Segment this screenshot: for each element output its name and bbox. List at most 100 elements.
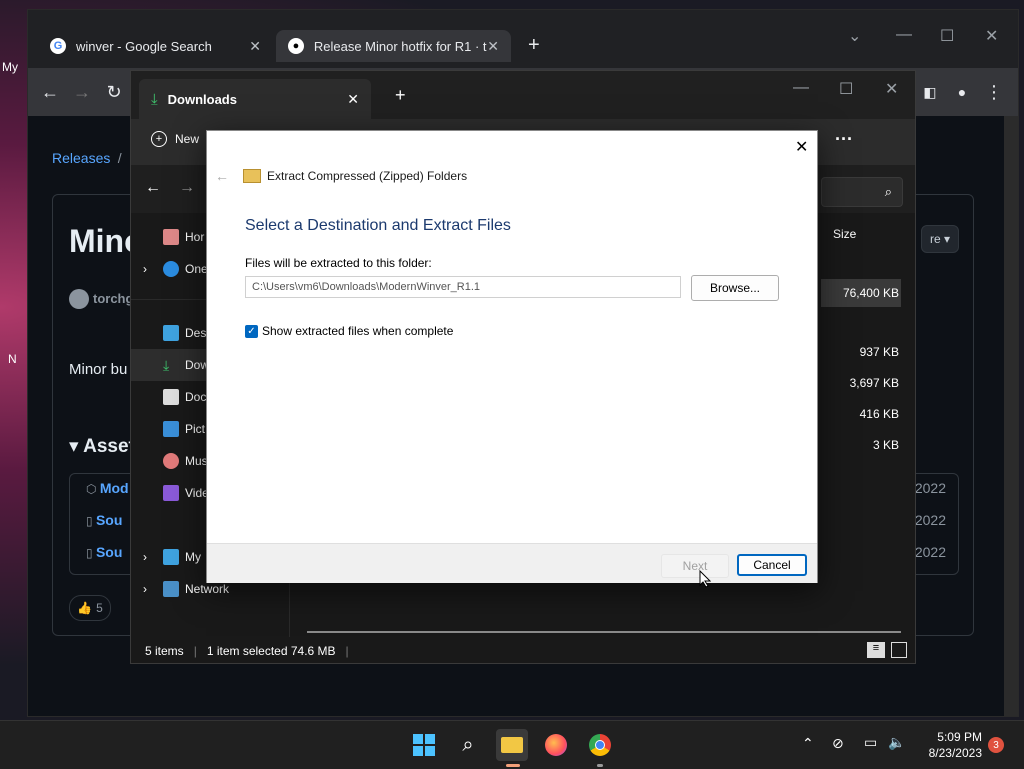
tab-search-icon[interactable]: ⌄ — [848, 26, 861, 46]
breadcrumb-releases[interactable]: Releases — [52, 150, 110, 166]
github-icon: ● — [288, 38, 304, 54]
desktop-label-n: N — [8, 352, 17, 366]
clock-time: 5:09 PM — [937, 730, 982, 744]
firefox-icon[interactable] — [540, 729, 572, 761]
onedrive-icon — [163, 261, 179, 277]
destination-path-input[interactable]: C:\Users\vm6\Downloads\ModernWinver_R1.1 — [245, 276, 681, 298]
minimize-icon[interactable]: — — [793, 79, 809, 97]
tiles-view-icon[interactable] — [891, 642, 907, 658]
checkbox-label: Show extracted files when complete — [262, 324, 454, 338]
next-button[interactable]: Next — [661, 554, 729, 578]
profile-icon[interactable]: ● — [948, 78, 976, 106]
chevron-right-icon: › — [143, 582, 147, 596]
asset-name[interactable]: Sou — [96, 512, 122, 528]
desktop-icon — [163, 325, 179, 341]
close-window-icon[interactable]: ✕ — [885, 79, 898, 99]
asset-date: 2022 — [914, 480, 946, 496]
release-author[interactable]: torchg — [93, 291, 133, 306]
chrome-icon[interactable] — [584, 729, 616, 761]
asset-name[interactable]: Mod — [100, 480, 129, 496]
close-tab-icon[interactable]: ✕ — [249, 38, 261, 55]
status-divider: | — [345, 644, 349, 658]
explorer-tab-title: Downloads — [167, 91, 237, 107]
new-button[interactable]: + New — [151, 131, 199, 147]
asset-date: 2022 — [914, 512, 946, 528]
compare-button[interactable]: re ▾ — [921, 225, 959, 253]
close-tab-icon[interactable]: ✕ — [347, 91, 359, 108]
menu-icon[interactable]: ⋮ — [980, 78, 1008, 106]
destination-path-value: C:\Users\vm6\Downloads\ModernWinver_R1.1 — [252, 281, 481, 293]
sidebar-item-label: Network — [185, 582, 230, 596]
size-column-header[interactable]: Size — [833, 227, 856, 241]
chevron-right-icon: › — [143, 550, 147, 564]
downloads-icon: ⤓ — [151, 90, 158, 108]
asset-name[interactable]: Sou — [96, 544, 122, 560]
pictures-icon — [163, 421, 179, 437]
search-box[interactable]: ⌕ — [821, 177, 903, 207]
sidebar-item-label: Mus — [185, 454, 208, 468]
package-icon: ⬡ — [86, 482, 97, 496]
side-panel-icon[interactable]: ◧ — [916, 78, 944, 106]
display-icon[interactable]: ▭ — [864, 734, 877, 751]
details-view-icon[interactable]: ≡ — [867, 642, 885, 658]
back-icon[interactable]: ← — [215, 168, 229, 184]
file-explorer-icon[interactable] — [496, 729, 528, 761]
file-size: 3 KB — [872, 438, 899, 452]
thumbs-up-icon: 👍 — [77, 601, 93, 615]
clock[interactable]: 5:09 PM 8/23/2023 — [918, 729, 982, 761]
home-icon — [163, 229, 179, 245]
back-icon[interactable]: ← — [145, 179, 161, 197]
reload-icon[interactable]: ↻ — [100, 78, 128, 106]
close-icon[interactable]: ✕ — [795, 137, 808, 157]
plus-circle-icon: + — [151, 131, 167, 147]
chevron-right-icon: › — [143, 262, 147, 276]
chrome-tab-google[interactable]: G winver - Google Search ✕ — [38, 30, 273, 62]
network-status-icon[interactable]: ⊘ — [832, 735, 844, 752]
horizontal-scrollbar[interactable] — [307, 631, 901, 633]
notification-count: 3 — [993, 739, 999, 751]
more-options-icon[interactable]: ··· — [835, 129, 853, 150]
zip-folder-icon — [243, 169, 261, 183]
forward-icon[interactable]: → — [179, 179, 195, 197]
music-icon — [163, 453, 179, 469]
maximize-icon[interactable]: ☐ — [839, 79, 853, 99]
close-tab-icon[interactable]: ✕ — [487, 38, 499, 55]
browse-button[interactable]: Browse... — [691, 275, 779, 301]
chrome-tab-bar: G winver - Google Search ✕ ● Release Min… — [28, 10, 1018, 68]
assets-heading[interactable]: ▾ Asset — [69, 435, 135, 458]
new-button-label: New — [175, 132, 200, 146]
close-window-icon[interactable]: ✕ — [985, 26, 998, 46]
chrome-running-indicator — [597, 764, 603, 767]
page-scrollbar[interactable] — [1004, 116, 1018, 716]
cancel-button[interactable]: Cancel — [737, 554, 807, 576]
new-tab-icon[interactable]: + — [395, 85, 406, 106]
active-app-indicator — [506, 764, 520, 767]
dialog-heading: Select a Destination and Extract Files — [245, 217, 511, 234]
dialog-footer: Next Cancel — [207, 543, 817, 583]
volume-icon[interactable]: 🔈 — [888, 734, 905, 751]
clock-date: 8/23/2023 — [928, 746, 982, 760]
explorer-tab-downloads[interactable]: ⤓ Downloads ✕ — [139, 79, 371, 119]
back-icon[interactable]: ← — [36, 78, 64, 106]
show-files-checkbox[interactable]: ✓ Show extracted files when complete — [245, 324, 453, 338]
status-selection: 1 item selected 74.6 MB — [206, 644, 336, 658]
sidebar-item-label: Doc — [185, 390, 207, 404]
forward-icon[interactable]: → — [68, 78, 96, 106]
new-tab-button[interactable]: + — [528, 34, 540, 57]
show-hidden-icons-icon[interactable]: ⌃ — [802, 735, 814, 752]
breadcrumb-separator: / — [117, 150, 122, 166]
checkmark-icon[interactable]: ✓ — [245, 324, 258, 338]
chrome-tab-github[interactable]: ● Release Minor hotfix for R1 · torc ✕ — [276, 30, 511, 62]
desktop-label-my: My — [2, 60, 18, 74]
status-bar: 5 items | 1 item selected 74.6 MB | ≡ — [131, 639, 915, 663]
documents-icon — [163, 389, 179, 405]
start-icon[interactable] — [408, 729, 440, 761]
chrome-tab-title: Release Minor hotfix for R1 · torc — [313, 38, 488, 54]
minimize-icon[interactable]: — — [896, 26, 912, 44]
maximize-icon[interactable]: ☐ — [940, 26, 954, 46]
notification-badge[interactable]: 3 — [988, 737, 1004, 753]
file-size: 416 KB — [859, 407, 899, 421]
reaction-thumbs[interactable]: 👍 5 — [69, 595, 111, 621]
search-icon[interactable]: ⌕ — [452, 729, 484, 761]
release-body: Minor bu — [69, 361, 128, 378]
